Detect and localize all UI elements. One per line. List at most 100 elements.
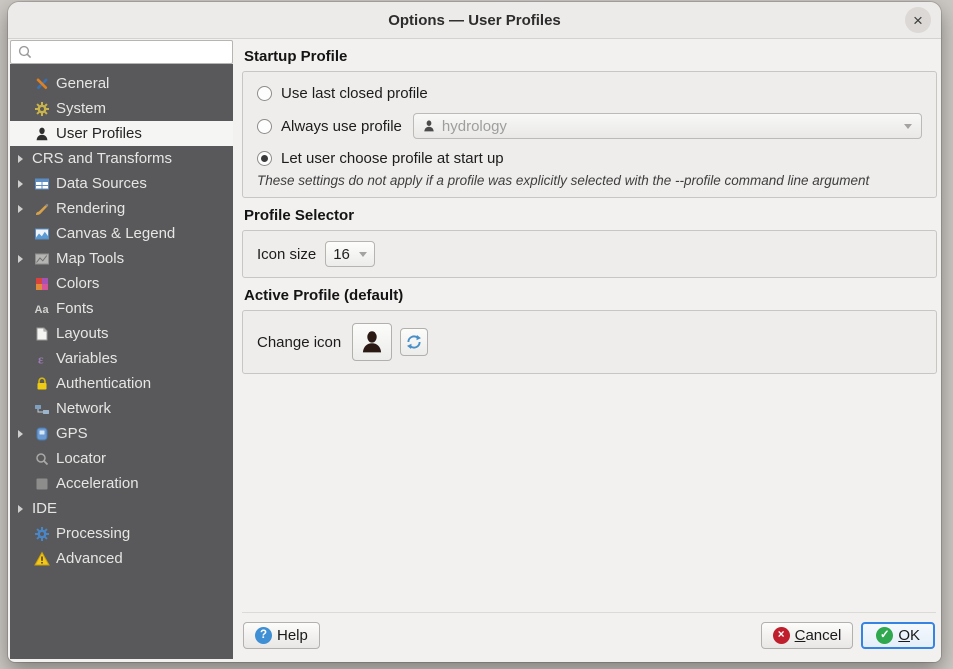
- acceleration-icon: [32, 476, 52, 492]
- sidebar-item-general[interactable]: General: [10, 71, 233, 96]
- icon-size-value: 16: [333, 245, 350, 263]
- profile-avatar-icon: [359, 329, 385, 355]
- sidebar-item-system[interactable]: System: [10, 96, 233, 121]
- rendering-icon: [32, 201, 52, 217]
- expand-arrow-icon[interactable]: [18, 255, 32, 263]
- startup-profile-group: Use last closed profile Always use profi…: [242, 71, 937, 198]
- sidebar-item-user-profiles[interactable]: User Profiles: [10, 121, 233, 146]
- sidebar-item-layouts[interactable]: Layouts: [10, 321, 233, 346]
- settings-sidebar: General System User Profiles CRS and Transf…: [8, 39, 233, 662]
- ok-icon: ✓: [876, 627, 894, 644]
- close-icon[interactable]: ×: [905, 7, 931, 33]
- sidebar-item-data-sources[interactable]: Data Sources: [10, 171, 233, 196]
- selected-profile-value: hydrology: [441, 117, 507, 135]
- sidebar-item-rendering[interactable]: Rendering: [10, 196, 233, 221]
- sidebar-item-authentication[interactable]: Authentication: [10, 371, 233, 396]
- change-icon-button[interactable]: [352, 323, 393, 361]
- change-icon-label: Change icon: [257, 333, 342, 351]
- search-icon: [17, 44, 33, 60]
- help-button[interactable]: ? Help: [243, 622, 320, 649]
- cancel-button-label: Cancel: [794, 627, 842, 644]
- sidebar-item-map-tools[interactable]: Map Tools: [10, 246, 233, 271]
- layouts-icon: [32, 326, 52, 342]
- sidebar-item-label: Data Sources: [56, 175, 147, 192]
- sidebar-item-label: Authentication: [56, 375, 152, 392]
- cancel-button[interactable]: × Cancel: [760, 622, 854, 649]
- fonts-icon: Aa: [32, 301, 52, 317]
- svg-text:Aa: Aa: [35, 304, 50, 316]
- sidebar-item-colors[interactable]: Colors: [10, 271, 233, 296]
- sidebar-item-acceleration[interactable]: Acceleration: [10, 471, 233, 496]
- main-spacer: [233, 374, 941, 612]
- locator-icon: [32, 451, 52, 467]
- radio-always-use-profile[interactable]: Always use profile hydrology: [257, 113, 922, 139]
- help-icon: ?: [255, 627, 272, 644]
- radio-icon: [257, 151, 272, 166]
- radio-let-user-choose-profile[interactable]: Let user choose profile at start up: [257, 150, 922, 167]
- main-panel: Startup Profile Use last closed profile …: [233, 39, 941, 662]
- sidebar-item-advanced[interactable]: Advanced: [10, 546, 233, 571]
- sidebar-item-label: IDE: [32, 500, 58, 517]
- help-button-label: Help: [277, 627, 308, 644]
- sidebar-item-label: Processing: [56, 525, 131, 542]
- sidebar-item-label: Colors: [56, 275, 100, 292]
- sidebar-item-label: Layouts: [56, 325, 109, 342]
- startup-profile-note: These settings do not apply if a profile…: [257, 173, 870, 188]
- sidebar-item-gps[interactable]: GPS: [10, 421, 233, 446]
- radio-label: Always use profile: [281, 117, 402, 135]
- sidebar-item-label: Acceleration: [56, 475, 139, 492]
- options-dialog: Options — User Profiles × General System U…: [8, 2, 941, 662]
- radio-label: Let user choose profile at start up: [281, 150, 504, 167]
- always-use-profile-select[interactable]: hydrology: [412, 113, 922, 139]
- user-profiles-icon: [32, 126, 52, 142]
- sidebar-search: [10, 40, 233, 64]
- dialog-button-box: ? Help × Cancel ✓ OK: [242, 612, 936, 662]
- canvas-legend-icon: [32, 226, 52, 242]
- profile-selector-heading: Profile Selector: [244, 207, 355, 224]
- refresh-icon: [405, 333, 423, 351]
- reset-icon-button[interactable]: [400, 328, 429, 356]
- cancel-icon: ×: [772, 627, 790, 644]
- sidebar-item-ide[interactable]: IDE: [10, 496, 233, 521]
- authentication-icon: [32, 376, 52, 392]
- dialog-title: Options — User Profiles: [388, 11, 561, 29]
- sidebar-item-fonts[interactable]: Aa Fonts: [10, 296, 233, 321]
- sidebar-item-label: GPS: [56, 425, 88, 442]
- profile-person-icon: [422, 119, 436, 133]
- sidebar-item-label: Canvas & Legend: [56, 225, 176, 242]
- startup-profile-heading: Startup Profile: [244, 48, 348, 65]
- icon-size-label: Icon size: [257, 245, 317, 263]
- expand-arrow-icon[interactable]: [18, 155, 32, 163]
- sidebar-item-label: General: [56, 75, 110, 92]
- colors-icon: [32, 276, 52, 292]
- sidebar-item-crs-and-transforms[interactable]: CRS and Transforms: [10, 146, 233, 171]
- processing-icon: [32, 526, 52, 542]
- ok-button[interactable]: ✓ OK: [861, 622, 935, 649]
- sidebar-item-variables[interactable]: ε Variables: [10, 346, 233, 371]
- icon-size-select[interactable]: 16: [325, 241, 376, 267]
- sidebar-item-label: Network: [56, 400, 112, 417]
- active-profile-group: Change icon: [242, 310, 937, 374]
- sidebar-item-canvas-legend[interactable]: Canvas & Legend: [10, 221, 233, 246]
- radio-use-last-closed-profile[interactable]: Use last closed profile: [257, 85, 922, 102]
- expand-arrow-icon[interactable]: [18, 505, 32, 513]
- data-sources-icon: [32, 176, 52, 192]
- sidebar-item-label: Fonts: [56, 300, 94, 317]
- search-input[interactable]: [10, 40, 233, 64]
- expand-arrow-icon[interactable]: [18, 180, 32, 188]
- sidebar-item-locator[interactable]: Locator: [10, 446, 233, 471]
- profile-selector-group: Icon size 16: [242, 230, 937, 278]
- titlebar: Options — User Profiles ×: [8, 2, 941, 39]
- expand-arrow-icon[interactable]: [18, 205, 32, 213]
- sidebar-item-label: Rendering: [56, 200, 126, 217]
- sidebar-item-network[interactable]: Network: [10, 396, 233, 421]
- sidebar-nav: General System User Profiles CRS and Transf…: [10, 64, 233, 659]
- radio-icon: [257, 118, 272, 134]
- dialog-content: General System User Profiles CRS and Transf…: [8, 39, 941, 662]
- map-tools-icon: [32, 251, 52, 267]
- expand-arrow-icon[interactable]: [18, 430, 32, 438]
- sidebar-item-label: CRS and Transforms: [32, 150, 173, 167]
- active-profile-heading: Active Profile (default): [244, 287, 404, 304]
- radio-icon: [257, 86, 272, 101]
- sidebar-item-processing[interactable]: Processing: [10, 521, 233, 546]
